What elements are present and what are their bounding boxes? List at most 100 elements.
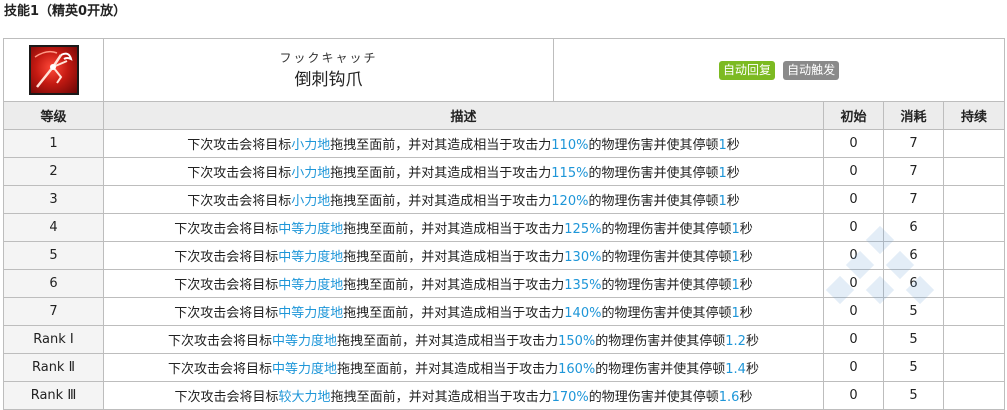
hook-claw-skill-icon — [28, 45, 79, 95]
percent-highlight: 120% — [551, 194, 589, 209]
percent-highlight: 115% — [551, 166, 589, 181]
column-header-duration: 持续 — [942, 101, 1006, 130]
force-highlight: 小力地 — [291, 194, 331, 209]
force-highlight: 中等力度地 — [272, 334, 338, 349]
percent-highlight: 170% — [551, 390, 589, 405]
level-cell: 2 — [3, 157, 104, 186]
initial-cell: 0 — [823, 269, 884, 298]
seconds-highlight: 1 — [731, 306, 740, 321]
duration-cell — [942, 325, 1006, 354]
initial-cell: 0 — [823, 185, 884, 214]
force-highlight: 中等力度地 — [278, 306, 344, 321]
description-text: 拖拽至面前，并对其造成相当于攻击力 — [330, 390, 552, 405]
description-cell: 下次攻击会将目标小力地拖拽至面前，并对其造成相当于攻击力110%的物理伤害并使其… — [103, 129, 824, 158]
description-text: 拖拽至面前，并对其造成相当于攻击力 — [330, 194, 552, 209]
description-text: 下次攻击会将目标 — [174, 222, 279, 237]
cost-cell: 5 — [883, 381, 944, 410]
table-row: Rank Ⅱ 下次攻击会将目标中等力度地拖拽至面前，并对其造成相当于攻击力160%… — [3, 353, 1006, 382]
skill-name-jp: フックキャッチ — [279, 51, 378, 65]
percent-highlight: 150% — [558, 334, 596, 349]
level-cell: Rank Ⅱ — [3, 353, 104, 382]
table-row: 3 下次攻击会将目标小力地拖拽至面前，并对其造成相当于攻击力120%的物理伤害并使… — [3, 185, 1006, 214]
table-row: 1 下次攻击会将目标小力地拖拽至面前，并对其造成相当于攻击力110%的物理伤害并使… — [3, 129, 1006, 158]
description-cell: 下次攻击会将目标中等力度地拖拽至面前，并对其造成相当于攻击力150%的物理伤害并… — [103, 325, 824, 354]
percent-highlight: 140% — [564, 306, 602, 321]
description-text: 的物理伤害并使其停顿 — [588, 166, 719, 181]
table-row: 4 下次攻击会将目标中等力度地拖拽至面前，并对其造成相当于攻击力125%的物理伤害… — [3, 213, 1006, 242]
cost-cell: 6 — [883, 213, 944, 242]
force-highlight: 中等力度地 — [272, 362, 338, 377]
level-cell: Rank Ⅲ — [3, 381, 104, 410]
seconds-highlight: 1 — [731, 278, 740, 293]
column-header-level: 等级 — [3, 101, 104, 130]
seconds-highlight: 1.4 — [725, 362, 746, 377]
level-cell: Rank Ⅰ — [3, 325, 104, 354]
description-text: 秒 — [745, 362, 759, 377]
skill-header-row: フックキャッチ 倒刺钩爪 自动回复 自动触发 — [3, 38, 1006, 102]
table-row: 2 下次攻击会将目标小力地拖拽至面前，并对其造成相当于攻击力115%的物理伤害并使… — [3, 157, 1006, 186]
seconds-highlight: 1 — [731, 222, 740, 237]
level-cell: 5 — [3, 241, 104, 270]
percent-highlight: 110% — [551, 138, 589, 153]
description-text: 秒 — [726, 194, 740, 209]
duration-cell — [942, 129, 1006, 158]
description-text: 拖拽至面前，并对其造成相当于攻击力 — [330, 166, 552, 181]
duration-cell — [942, 353, 1006, 382]
description-text: 的物理伤害并使其停顿 — [588, 194, 719, 209]
description-text: 下次攻击会将目标 — [168, 362, 273, 377]
cost-cell: 6 — [883, 269, 944, 298]
seconds-highlight: 1 — [718, 138, 727, 153]
auto-recovery-tag: 自动回复 — [718, 60, 775, 80]
description-cell: 下次攻击会将目标中等力度地拖拽至面前，并对其造成相当于攻击力135%的物理伤害并… — [103, 269, 824, 298]
skill-name-cn: 倒刺钩爪 — [294, 70, 363, 90]
description-cell: 下次攻击会将目标中等力度地拖拽至面前，并对其造成相当于攻击力130%的物理伤害并… — [103, 241, 824, 270]
duration-cell — [942, 297, 1006, 326]
description-text: 下次攻击会将目标 — [187, 138, 292, 153]
cost-cell: 5 — [883, 325, 944, 354]
level-cell: 1 — [3, 129, 104, 158]
description-text: 的物理伤害并使其停顿 — [601, 250, 732, 265]
seconds-highlight: 1 — [718, 194, 727, 209]
table-row: 6 下次攻击会将目标中等力度地拖拽至面前，并对其造成相当于攻击力135%的物理伤害… — [3, 269, 1006, 298]
initial-cell: 0 — [823, 213, 884, 242]
description-cell: 下次攻击会将目标中等力度地拖拽至面前，并对其造成相当于攻击力125%的物理伤害并… — [103, 213, 824, 242]
cost-cell: 6 — [883, 241, 944, 270]
seconds-highlight: 1 — [718, 166, 727, 181]
duration-cell — [942, 185, 1006, 214]
table-row: 7 下次攻击会将目标中等力度地拖拽至面前，并对其造成相当于攻击力140%的物理伤害… — [3, 297, 1006, 326]
description-text: 秒 — [739, 250, 753, 265]
cost-cell: 7 — [883, 129, 944, 158]
auto-trigger-tag: 自动触发 — [783, 60, 840, 80]
initial-cell: 0 — [823, 381, 884, 410]
column-header-cost: 消耗 — [883, 101, 944, 130]
description-text: 下次攻击会将目标 — [174, 278, 279, 293]
description-text: 的物理伤害并使其停顿 — [601, 306, 732, 321]
table-row: 5 下次攻击会将目标中等力度地拖拽至面前，并对其造成相当于攻击力130%的物理伤害… — [3, 241, 1006, 270]
column-header-row: 等级 描述 初始 消耗 持续 — [3, 101, 1006, 130]
initial-cell: 0 — [823, 353, 884, 382]
initial-cell: 0 — [823, 325, 884, 354]
description-cell: 下次攻击会将目标较大力地拖拽至面前，并对其造成相当于攻击力170%的物理伤害并使… — [103, 381, 824, 410]
percent-highlight: 130% — [564, 250, 602, 265]
force-highlight: 小力地 — [291, 138, 331, 153]
initial-cell: 0 — [823, 129, 884, 158]
description-text: 秒 — [739, 222, 753, 237]
description-text: 拖拽至面前，并对其造成相当于攻击力 — [343, 278, 565, 293]
seconds-highlight: 1 — [731, 250, 740, 265]
table-row: Rank Ⅰ 下次攻击会将目标中等力度地拖拽至面前，并对其造成相当于攻击力150%… — [3, 325, 1006, 354]
description-text: 的物理伤害并使其停顿 — [588, 390, 719, 405]
description-text: 拖拽至面前，并对其造成相当于攻击力 — [343, 222, 565, 237]
description-text: 秒 — [739, 306, 753, 321]
section-title: 技能1（精英0开放） — [4, 4, 127, 19]
description-text: 的物理伤害并使其停顿 — [595, 334, 726, 349]
description-text: 的物理伤害并使其停顿 — [588, 138, 719, 153]
description-text: 拖拽至面前，并对其造成相当于攻击力 — [343, 306, 565, 321]
skill-tags-cell: 自动回复 自动触发 — [552, 38, 1006, 102]
initial-cell: 0 — [823, 241, 884, 270]
description-text: 下次攻击会将目标 — [174, 250, 279, 265]
description-text: 的物理伤害并使其停顿 — [601, 278, 732, 293]
skill-name-cell: フックキャッチ 倒刺钩爪 — [103, 38, 554, 102]
skill-level-rows: 1 下次攻击会将目标小力地拖拽至面前，并对其造成相当于攻击力110%的物理伤害并使… — [3, 129, 1006, 410]
description-cell: 下次攻击会将目标中等力度地拖拽至面前，并对其造成相当于攻击力140%的物理伤害并… — [103, 297, 824, 326]
initial-cell: 0 — [823, 297, 884, 326]
